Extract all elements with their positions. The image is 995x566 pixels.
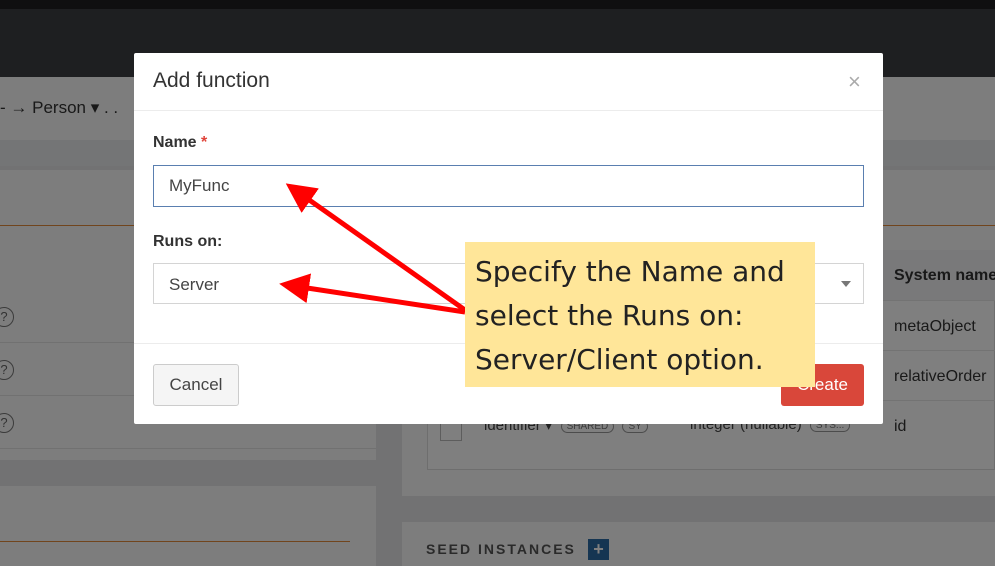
annotation-line: Specify the Name and — [475, 255, 785, 288]
annotation-line: Server/Client option. — [475, 343, 764, 376]
annotation-callout: Specify the Name and select the Runs on:… — [465, 242, 815, 387]
annotation-line: select the Runs on: — [475, 299, 744, 332]
